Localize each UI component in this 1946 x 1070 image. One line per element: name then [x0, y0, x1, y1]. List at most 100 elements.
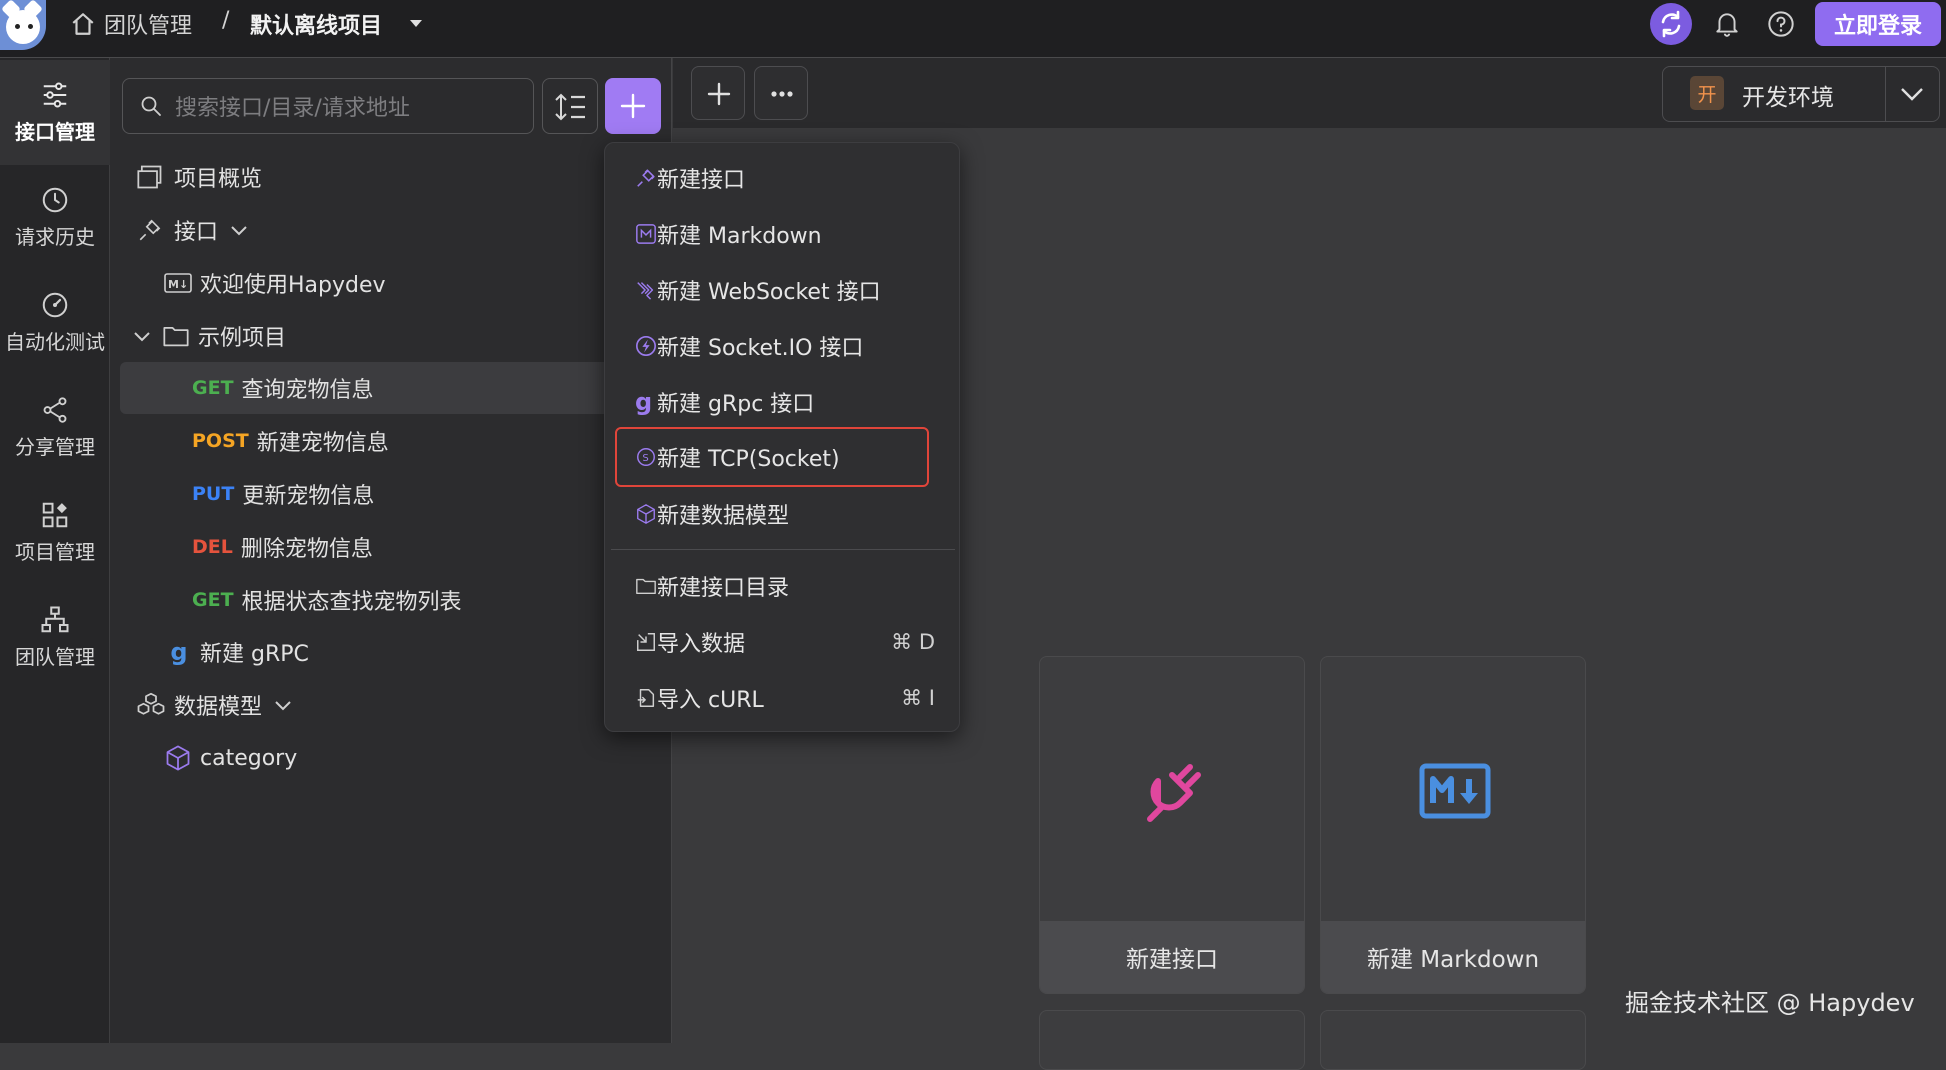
- menu-label: 新建 WebSocket 接口: [657, 280, 881, 305]
- breadcrumb-team[interactable]: 团队管理: [104, 8, 192, 40]
- plus-icon: [707, 82, 731, 106]
- menu-item-new-api[interactable]: 新建接口: [617, 153, 947, 203]
- sliders-icon: [43, 82, 67, 108]
- tree-endpoint[interactable]: GET 根据状态查找宠物列表: [192, 576, 462, 624]
- add-button[interactable]: [605, 78, 661, 134]
- rail-label: 分享管理: [15, 435, 95, 459]
- chevron-down-icon: [275, 701, 291, 711]
- endpoint-name: 查询宠物信息: [241, 378, 374, 403]
- project-selector[interactable]: 默认离线项目: [250, 8, 382, 40]
- gauge-icon: [42, 292, 68, 318]
- app-logo[interactable]: [0, 0, 46, 50]
- breadcrumb-separator: /: [222, 8, 230, 33]
- menu-item-new-socketio[interactable]: 新建 Socket.IO 接口: [617, 321, 947, 371]
- tree-label: category: [200, 745, 298, 771]
- new-api-card[interactable]: 新建接口: [1039, 656, 1305, 994]
- grpc-icon: g: [635, 388, 653, 416]
- card-placeholder[interactable]: [1039, 1010, 1305, 1070]
- menu-label: 新建 gRpc 接口: [657, 392, 815, 417]
- rail-item-share[interactable]: 分享管理: [0, 375, 110, 480]
- menu-divider: [611, 549, 955, 550]
- import-icon: [637, 633, 655, 651]
- more-tabs-button[interactable]: [754, 66, 808, 120]
- tree-item-overview[interactable]: 项目概览: [136, 153, 262, 201]
- folder-icon: [636, 578, 656, 595]
- shortcut-label: ⌘ D: [891, 630, 935, 654]
- svg-text:M↓: M↓: [168, 278, 188, 291]
- sort-button[interactable]: [542, 78, 598, 134]
- tree-group-api[interactable]: 接口: [136, 206, 250, 254]
- menu-item-new-grpc[interactable]: g 新建 gRpc 接口: [617, 377, 947, 427]
- menu-item-new-tcp[interactable]: S 新建 TCP(Socket): [615, 427, 929, 487]
- new-markdown-card[interactable]: 新建 Markdown: [1320, 656, 1586, 994]
- menu-label: 导入数据: [657, 632, 746, 657]
- help-icon[interactable]: [1767, 10, 1795, 38]
- new-item-menu: 新建接口 新建 Markdown 新建 WebSocket 接口 新建 Sock…: [604, 142, 960, 732]
- menu-item-import-curl[interactable]: 导入 cURL ⌘ I: [617, 673, 947, 723]
- tree-group-models[interactable]: 数据模型: [136, 681, 294, 729]
- tree-label: 数据模型: [174, 695, 263, 720]
- tree-endpoint[interactable]: GET 查询宠物信息: [192, 364, 374, 412]
- tree-item-model[interactable]: category: [164, 734, 297, 782]
- shortcut-label: ⌘ I: [901, 686, 935, 710]
- env-divider: [1885, 66, 1886, 122]
- menu-item-new-websocket[interactable]: 新建 WebSocket 接口: [617, 265, 947, 315]
- folder-icon: [163, 326, 189, 347]
- markdown-doc-icon: M↓: [164, 273, 192, 293]
- env-badge: 开: [1690, 76, 1724, 110]
- rail-item-team[interactable]: 团队管理: [0, 585, 110, 690]
- bell-icon[interactable]: [1714, 10, 1740, 38]
- menu-item-import-data[interactable]: 导入数据 ⌘ D: [617, 617, 947, 667]
- menu-item-new-model[interactable]: 新建数据模型: [617, 489, 947, 539]
- tree-endpoint[interactable]: PUT 更新宠物信息: [192, 470, 374, 518]
- clock-icon: [42, 187, 68, 213]
- rail-item-api[interactable]: 接口管理: [0, 60, 110, 165]
- card-label: 新建接口: [1040, 921, 1304, 993]
- watermark: 掘金技术社区 @ Hapydev: [1625, 989, 1915, 1017]
- grid-icon: [42, 502, 68, 528]
- menu-item-new-folder[interactable]: 新建接口目录: [617, 561, 947, 611]
- menu-label: 新建 Socket.IO 接口: [657, 336, 864, 361]
- markdown-icon: [636, 224, 656, 244]
- sync-icon: [1661, 10, 1681, 38]
- rail-label: 自动化测试: [5, 330, 105, 354]
- rail-label: 项目管理: [15, 540, 95, 564]
- plug-icon: [139, 219, 161, 241]
- home-icon[interactable]: [70, 11, 96, 37]
- tree-endpoint[interactable]: POST 新建宠物信息: [192, 417, 389, 465]
- rail-item-history[interactable]: 请求历史: [0, 165, 110, 270]
- method-badge: GET: [192, 589, 234, 611]
- search-input[interactable]: 搜索接口/目录/请求地址: [122, 78, 534, 134]
- menu-label: 新建 Markdown: [657, 224, 822, 249]
- cube-icon: [637, 504, 655, 524]
- method-badge: POST: [192, 430, 249, 452]
- tree-label: 示例项目: [198, 326, 287, 351]
- tree-folder-sample[interactable]: 示例项目: [130, 312, 286, 360]
- card-placeholder[interactable]: [1320, 1010, 1586, 1070]
- sort-list-icon: [555, 93, 585, 121]
- plug-icon: [637, 169, 655, 187]
- rail-label: 请求历史: [15, 225, 95, 249]
- menu-label: 新建接口: [657, 168, 746, 193]
- rail-label: 接口管理: [15, 120, 95, 144]
- tree-endpoint[interactable]: DEL 删除宠物信息: [192, 523, 373, 571]
- chevron-down-icon[interactable]: [1898, 84, 1926, 104]
- tree-item-welcome[interactable]: M↓ 欢迎使用Hapydev: [164, 259, 386, 307]
- new-tab-button[interactable]: [691, 66, 745, 120]
- overview-icon: [137, 165, 162, 189]
- method-badge: DEL: [192, 536, 233, 558]
- card-label: 新建 Markdown: [1321, 921, 1585, 993]
- search-placeholder: 搜索接口/目录/请求地址: [175, 96, 410, 121]
- caret-down-icon[interactable]: [408, 18, 424, 30]
- tree-item-grpc[interactable]: g 新建 gRPC: [166, 628, 308, 676]
- login-button[interactable]: 立即登录: [1815, 2, 1941, 46]
- rail-item-project[interactable]: 项目管理: [0, 480, 110, 585]
- method-badge: GET: [192, 377, 234, 399]
- menu-item-new-markdown[interactable]: 新建 Markdown: [617, 209, 947, 259]
- chevron-down-icon: [134, 332, 150, 342]
- socketio-icon: [636, 336, 656, 356]
- sync-button[interactable]: [1650, 3, 1692, 45]
- rail-item-autotest[interactable]: 自动化测试: [0, 270, 110, 375]
- chevron-down-icon: [231, 226, 247, 236]
- models-icon: [137, 692, 165, 715]
